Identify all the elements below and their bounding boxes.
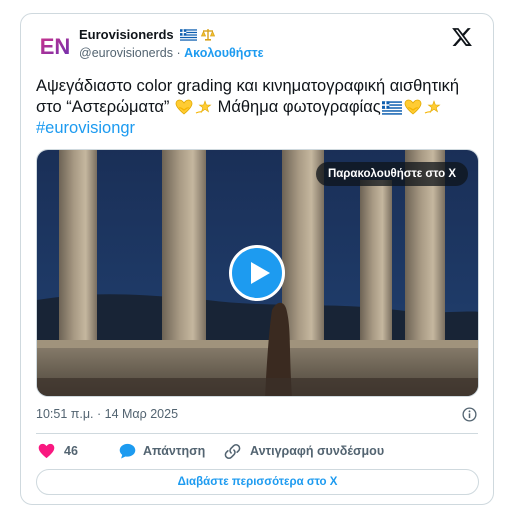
heart-icon — [38, 443, 55, 459]
greek-flag-icon — [381, 101, 402, 115]
divider — [36, 433, 478, 434]
greek-flag-icon — [180, 29, 198, 41]
play-button[interactable] — [229, 245, 285, 301]
like-count: 46 — [64, 444, 78, 458]
link-icon — [224, 443, 241, 460]
author-handle-row: @eurovisionerds · Ακολουθήστε — [79, 46, 264, 60]
author-name[interactable]: Eurovisionerds — [79, 27, 174, 42]
copy-link-button[interactable]: Αντιγραφή συνδέσμου — [224, 441, 394, 461]
author-name-row[interactable]: Eurovisionerds — [79, 27, 215, 42]
dizzy-star-icon — [195, 100, 212, 114]
like-button[interactable]: 46 — [38, 441, 88, 461]
separator-dot: · — [176, 46, 181, 60]
reply-bubble-icon — [119, 443, 136, 459]
play-icon — [251, 262, 270, 284]
scales-emoji-icon — [200, 29, 215, 41]
yellow-heart-hands-icon — [175, 99, 193, 115]
hashtag-link[interactable]: #eurovisiongr — [36, 119, 135, 137]
tweet-timestamp[interactable]: 10:51 π.μ. · 14 Μαρ 2025 — [36, 407, 178, 421]
copy-link-label: Αντιγραφή συνδέσμου — [250, 444, 385, 458]
x-logo-icon[interactable] — [451, 26, 473, 48]
follow-link[interactable]: Ακολουθήστε — [184, 46, 263, 60]
yellow-heart-hands-icon — [404, 99, 422, 115]
reply-button[interactable]: Απάντηση — [119, 441, 219, 461]
video-player[interactable]: Παρακολουθήστε στο X — [36, 149, 479, 397]
tweet-text: Αψεγάδιαστο color grading και κινηματογρ… — [36, 76, 481, 139]
tweet-card: EN Eurovisionerds @eurovisionerds · Ακολ… — [20, 13, 494, 505]
read-more-button[interactable]: Διαβάστε περισσότερα στο X — [36, 469, 479, 495]
reply-label: Απάντηση — [143, 444, 206, 458]
author-handle[interactable]: @eurovisionerds — [79, 46, 173, 60]
watch-on-x-button[interactable]: Παρακολουθήστε στο X — [315, 162, 468, 186]
avatar-logo-text: EN — [41, 34, 69, 59]
dizzy-star-icon — [424, 100, 441, 114]
author-badges — [180, 28, 215, 42]
tweet-text-part2: Μάθημα φωτογραφίας — [213, 98, 381, 116]
tweet-header: EN Eurovisionerds @eurovisionerds · Ακολ… — [21, 14, 493, 72]
avatar[interactable]: EN — [41, 28, 69, 60]
info-icon[interactable] — [462, 407, 477, 422]
